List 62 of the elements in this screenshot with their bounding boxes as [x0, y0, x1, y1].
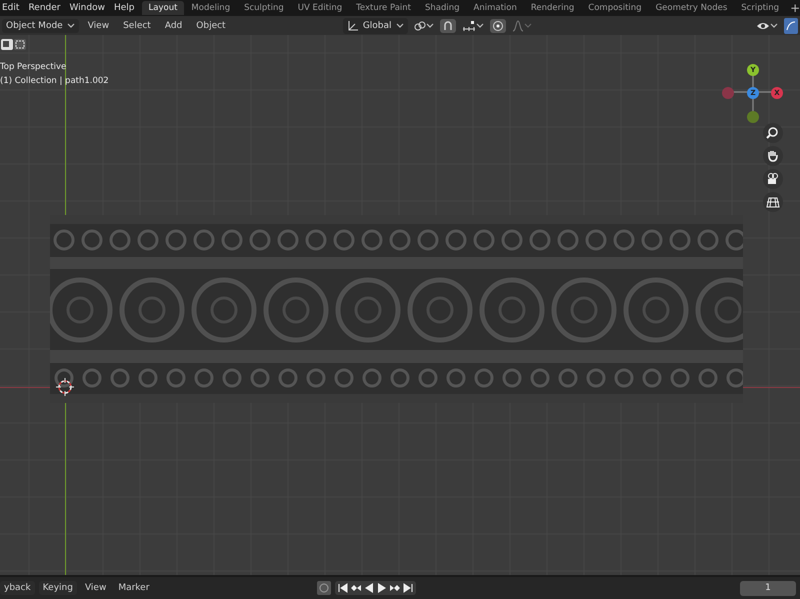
camera-icon — [766, 172, 780, 186]
menu-item[interactable]: Object — [191, 18, 231, 32]
caret-icon — [66, 22, 75, 29]
prev-keyframe-icon[interactable] — [350, 582, 362, 594]
menu-item[interactable]: Select — [118, 18, 156, 32]
caret-icon — [476, 22, 484, 29]
workspace-tab[interactable]: Sculpting — [237, 1, 291, 15]
menu-item[interactable]: View — [80, 581, 110, 595]
jump-end-icon[interactable] — [402, 582, 414, 594]
camera-button[interactable] — [763, 169, 783, 189]
object-info-label: (1) Collection | path1.002 — [0, 76, 109, 86]
caret-icon — [524, 22, 532, 29]
workspace-tab[interactable]: Animation — [466, 1, 524, 15]
hand-button[interactable] — [763, 146, 783, 166]
current-frame-field[interactable]: 1 — [740, 580, 796, 596]
caret-icon — [770, 22, 778, 29]
gizmo-toggle-icon[interactable] — [784, 18, 798, 34]
next-keyframe-icon[interactable] — [389, 582, 402, 594]
3d-cursor-icon — [56, 378, 74, 396]
curve-icon — [512, 20, 524, 32]
menu-item[interactable]: Window — [67, 3, 112, 13]
menu-item[interactable]: View — [82, 18, 114, 32]
workspace-tab[interactable]: Layout — [142, 1, 184, 15]
snap-target-icon — [462, 20, 476, 32]
add-workspace-button[interactable]: + — [786, 1, 800, 15]
workspace-tab[interactable]: Modeling — [184, 1, 238, 15]
select-mode-icon[interactable] — [0, 38, 28, 51]
workspace-tab[interactable]: UV Editing — [290, 1, 350, 15]
caret-icon — [396, 22, 404, 29]
jump-start-icon[interactable] — [337, 582, 350, 594]
orientation-dropdown[interactable]: Global — [342, 18, 408, 34]
menu-item[interactable]: Add — [160, 18, 188, 32]
pivot-dropdown[interactable] — [412, 18, 436, 32]
record-icon[interactable] — [317, 581, 332, 595]
play-icon[interactable] — [376, 582, 388, 594]
play-reverse-icon[interactable] — [363, 582, 376, 594]
circle-dot-icon — [492, 20, 504, 32]
proportional-editing-toggle[interactable] — [490, 18, 506, 32]
workspace-tab[interactable]: Shading — [418, 1, 467, 15]
magnet-icon — [442, 20, 454, 32]
menu-item[interactable]: Keying — [38, 581, 77, 595]
zoom-button[interactable] — [763, 123, 783, 143]
workspace-tab[interactable]: Geometry Nodes — [648, 1, 734, 15]
menu-item[interactable]: yback — [0, 581, 35, 595]
grid-plane-button[interactable] — [763, 192, 783, 212]
view-name-label: Top Perspective — [0, 62, 66, 72]
zoom-icon — [766, 126, 780, 140]
menu-item[interactable]: Edit — [0, 3, 26, 13]
workspace-tab[interactable]: Rendering — [524, 1, 582, 15]
workspace-tab[interactable]: Compositing — [581, 1, 649, 15]
workspace-tab[interactable]: Scripting — [734, 1, 786, 15]
axes-icon — [346, 20, 359, 32]
grid-plane-icon — [766, 195, 780, 209]
mode-dropdown[interactable]: Object Mode — [2, 18, 79, 32]
menu-item[interactable]: Render — [26, 3, 68, 13]
caret-icon — [426, 22, 434, 29]
menu-item[interactable]: Marker — [114, 581, 154, 595]
snap-toggle[interactable] — [440, 18, 456, 32]
hand-icon — [766, 149, 780, 163]
workspace-tab[interactable]: Texture Paint — [349, 1, 418, 15]
menu-item[interactable]: Help — [112, 3, 142, 13]
link-icon — [414, 20, 426, 32]
